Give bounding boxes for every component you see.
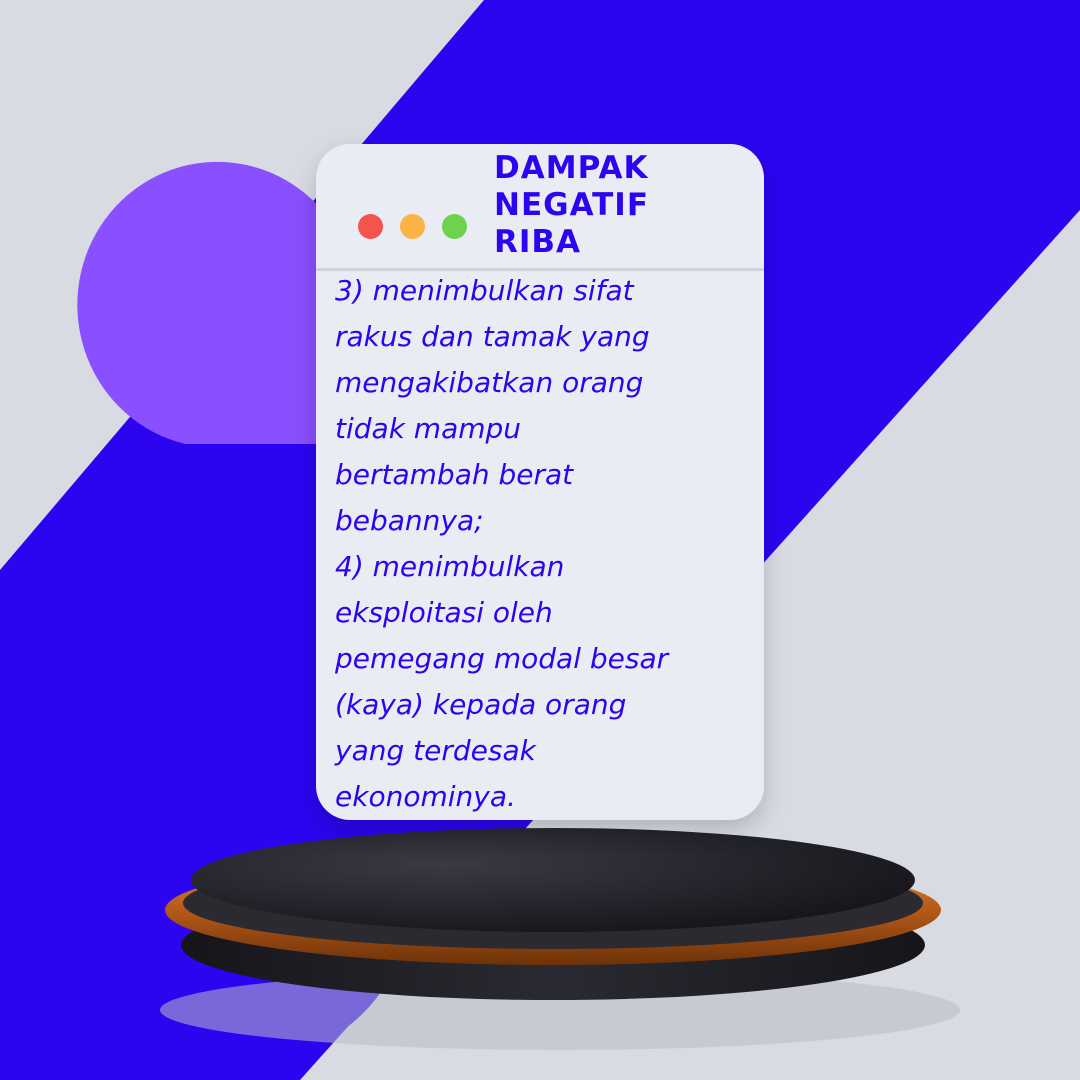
body-line: 4) menimbulkan — [335, 550, 565, 583]
body-line: eksploitasi oleh — [335, 596, 553, 629]
close-dot-icon — [358, 214, 383, 239]
window-title-bar: DAMPAK NEGATIF RIBA — [316, 144, 764, 271]
minimize-dot-icon — [400, 214, 425, 239]
body-line: mengakibatkan orang — [335, 366, 644, 399]
body-line: 3) menimbulkan sifat — [335, 274, 634, 307]
body-line: ekonominya. — [335, 780, 516, 813]
card-body-text: 3) menimbulkan sifat rakus dan tamak yan… — [335, 268, 765, 820]
maximize-dot-icon — [442, 214, 467, 239]
body-line: tidak mampu — [335, 412, 522, 445]
body-line: rakus dan tamak yang — [335, 320, 650, 353]
body-line: bebannya; — [335, 504, 484, 537]
podium-top — [191, 828, 915, 932]
body-line: bertambah berat — [335, 458, 574, 491]
purple-circle — [77, 161, 330, 444]
body-line: (kaya) kepada orang — [335, 688, 627, 721]
card-title: DAMPAK NEGATIF RIBA — [494, 150, 650, 260]
body-line: yang terdesak — [335, 734, 536, 767]
body-line: pemegang modal besar — [335, 642, 669, 675]
